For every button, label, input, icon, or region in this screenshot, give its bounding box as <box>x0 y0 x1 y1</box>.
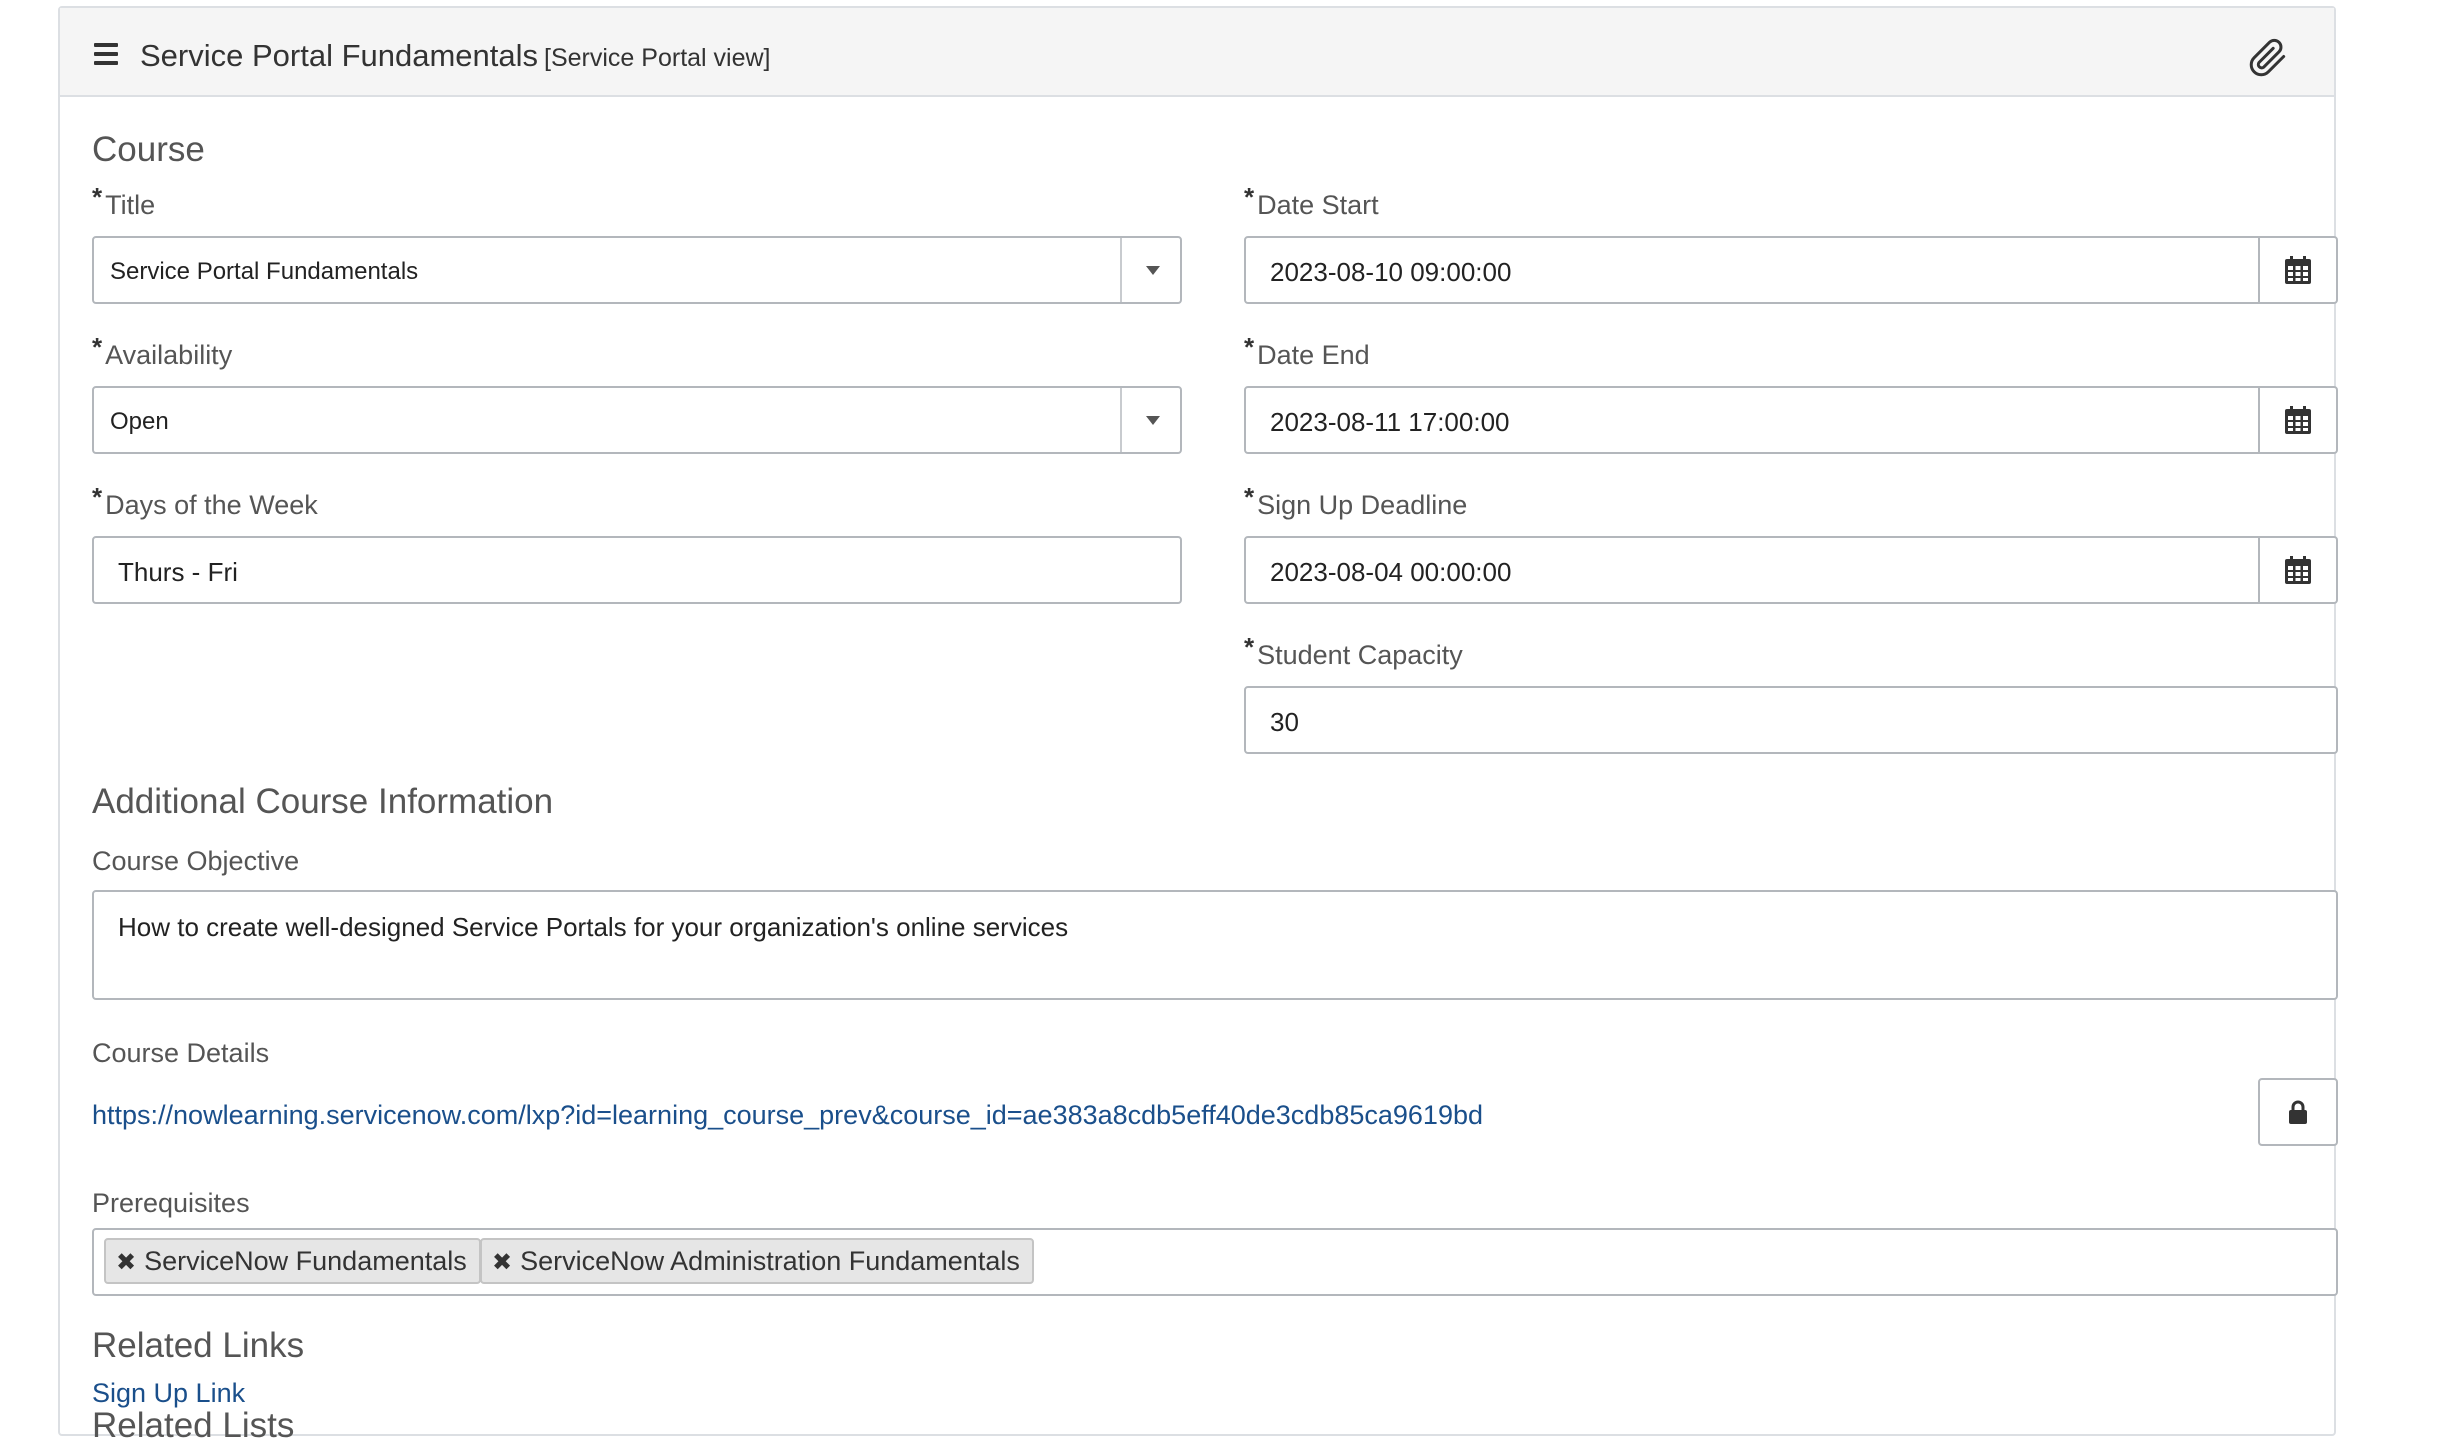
availability-select-value: Open <box>110 408 169 435</box>
required-marker: * <box>92 182 103 212</box>
required-marker: * <box>1244 182 1255 212</box>
signup-deadline-input[interactable]: 2023-08-04 00:00:00 <box>1244 536 2338 604</box>
close-icon[interactable]: ✖ <box>492 1249 512 1276</box>
capacity-value: 30 <box>1270 707 1299 737</box>
sign-up-link[interactable]: Sign Up Link <box>92 1378 245 1409</box>
calendar-button[interactable] <box>2258 388 2336 452</box>
days-input-value: Thurs - Fri <box>118 557 238 587</box>
course-details-link[interactable]: https://nowlearning.servicenow.com/lxp?i… <box>92 1100 1483 1131</box>
capacity-label: * Student Capacity <box>1244 632 1463 671</box>
calendar-button[interactable] <box>2258 538 2336 602</box>
hamburger-menu-icon[interactable] <box>94 43 118 65</box>
lock-button[interactable] <box>2258 1078 2338 1146</box>
title-label-text: Title <box>105 190 156 220</box>
required-marker: * <box>92 482 103 512</box>
form-panel: Service Portal Fundamentals [Service Port… <box>58 6 2338 1445</box>
calendar-icon <box>2285 556 2311 584</box>
section-title-course: Course <box>92 130 205 169</box>
objective-label: Course Objective <box>92 846 300 876</box>
prerequisite-tag-label: ServiceNow Fundamentals <box>144 1246 467 1276</box>
details-label: Course Details <box>92 1038 270 1068</box>
form-title: Service Portal Fundamentals [Service Port… <box>140 38 771 74</box>
days-label-text: Days of the Week <box>105 490 318 520</box>
date-end-label: * Date End <box>1244 332 1370 371</box>
prerequisite-tag: ✖ ServiceNow Administration Fundamentals <box>480 1238 1034 1284</box>
section-title-related-links: Related Links <box>92 1326 305 1365</box>
date-start-value: 2023-08-10 09:00:00 <box>1270 257 1512 287</box>
objective-value: How to create well-designed Service Port… <box>118 912 1069 942</box>
capacity-input[interactable]: 30 <box>1244 686 2338 754</box>
availability-label: * Availability <box>92 332 233 371</box>
paperclip-icon[interactable] <box>2248 38 2288 78</box>
form-view-label: [Service Portal view] <box>544 44 771 72</box>
title-select-value: Service Portal Fundamentals <box>110 258 419 285</box>
signup-deadline-label: * Sign Up Deadline <box>1244 482 1468 521</box>
prerequisites-field[interactable]: ✖ ServiceNow Fundamentals ✖ ServiceNow Adm… <box>92 1228 2338 1296</box>
calendar-icon <box>2285 256 2311 284</box>
prerequisite-tag: ✖ ServiceNow Fundamentals <box>104 1238 481 1284</box>
required-marker: * <box>1244 482 1255 512</box>
date-end-label-text: Date End <box>1257 340 1370 370</box>
signup-deadline-label-text: Sign Up Deadline <box>1257 490 1468 520</box>
required-marker: * <box>1244 632 1255 662</box>
prerequisites-label: Prerequisites <box>92 1188 250 1218</box>
form-title-text: Service Portal Fundamentals <box>140 38 539 73</box>
form-header: Service Portal Fundamentals [Service Port… <box>60 8 2334 97</box>
date-start-input[interactable]: 2023-08-10 09:00:00 <box>1244 236 2338 304</box>
chevron-down-icon[interactable] <box>1120 388 1180 452</box>
date-start-label: * Date Start <box>1244 182 1379 221</box>
date-start-label-text: Date Start <box>1257 190 1379 220</box>
objective-textarea[interactable]: How to create well-designed Service Port… <box>92 890 2338 1000</box>
days-input[interactable]: Thurs - Fri <box>92 536 1182 604</box>
section-title-related-lists: Related Lists <box>92 1406 295 1445</box>
title-select[interactable]: Service Portal Fundamentals <box>92 236 1182 304</box>
date-end-input[interactable]: 2023-08-11 17:00:00 <box>1244 386 2338 454</box>
lock-icon <box>2289 1100 2307 1124</box>
section-title-additional: Additional Course Information <box>92 782 554 821</box>
signup-deadline-value: 2023-08-04 00:00:00 <box>1270 557 1512 587</box>
prerequisite-tag-label: ServiceNow Administration Fundamentals <box>520 1246 1020 1276</box>
chevron-down-icon[interactable] <box>1120 238 1180 302</box>
required-marker: * <box>1244 332 1255 362</box>
title-label: * Title <box>92 182 156 221</box>
capacity-label-text: Student Capacity <box>1257 640 1463 670</box>
close-icon[interactable]: ✖ <box>116 1249 136 1276</box>
calendar-icon <box>2285 406 2311 434</box>
availability-label-text: Availability <box>105 340 233 370</box>
calendar-button[interactable] <box>2258 238 2336 302</box>
availability-select[interactable]: Open <box>92 386 1182 454</box>
days-label: * Days of the Week <box>92 482 318 521</box>
date-end-value: 2023-08-11 17:00:00 <box>1270 407 1510 437</box>
required-marker: * <box>92 332 103 362</box>
